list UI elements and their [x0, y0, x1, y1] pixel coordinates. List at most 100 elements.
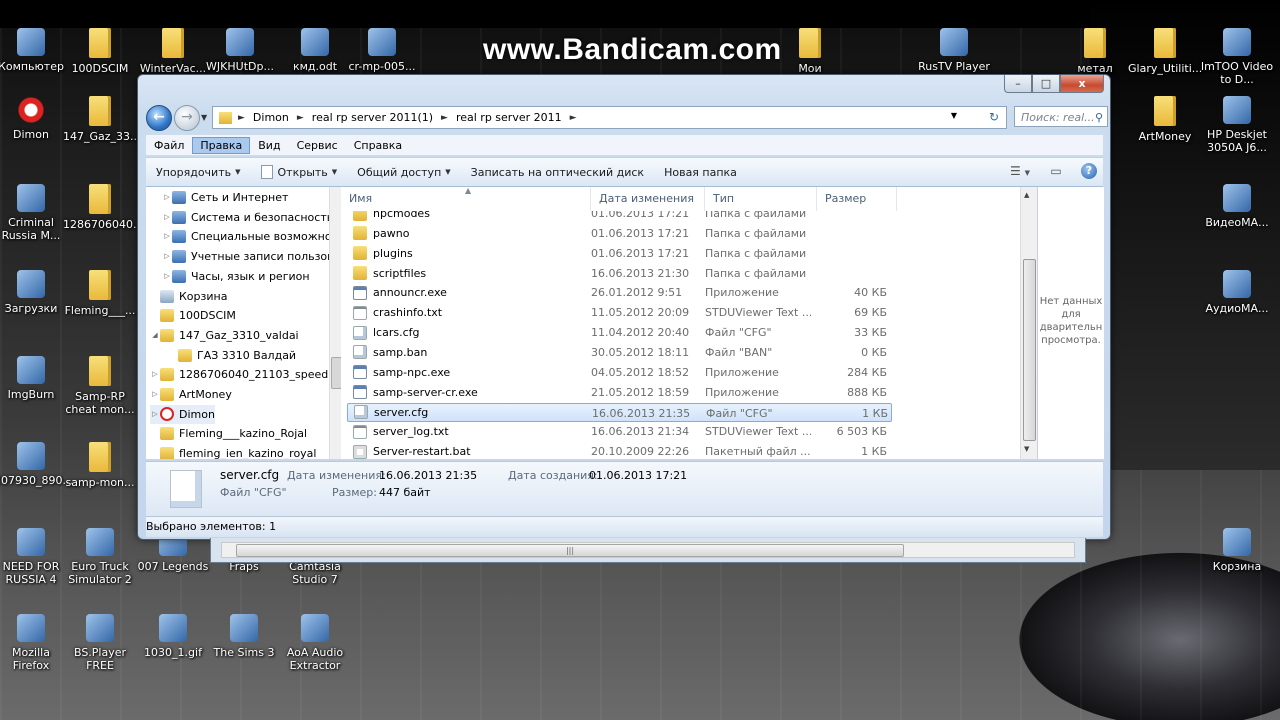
nav-item[interactable]: ▷ Учетные записи пользователей [162, 247, 329, 266]
desktop-icon[interactable]: Glary_Utiliti... [1128, 28, 1202, 75]
help-icon[interactable]: ? [1081, 163, 1097, 179]
breadcrumb-real-rp-server-2011-1[interactable]: real rp server 2011(1) [312, 111, 433, 124]
recent-pages-dropdown[interactable]: ▼ [201, 113, 207, 122]
desktop-icon[interactable]: AoA Audio Extractor [278, 614, 352, 672]
file-row[interactable]: scriptfiles 16.06.2013 21:30 Папка с файла… [347, 264, 892, 283]
desktop-icon[interactable]: Mozilla Firefox [0, 614, 68, 672]
desktop-icon[interactable]: 100DSCIM [63, 28, 137, 75]
desktop-icon[interactable]: ImTOO Video to D... [1200, 28, 1274, 86]
file-list-scrollbar[interactable]: ▲ ▼ [1020, 187, 1037, 459]
file-row[interactable]: server_log.txt 16.06.2013 21:34 STDUViewer… [347, 422, 892, 441]
expand-arrow-icon[interactable]: ▷ [162, 208, 172, 227]
desktop-icon[interactable]: 1030_1.gif [136, 614, 210, 659]
desktop-icon[interactable]: Samp-RP cheat mon... [63, 356, 137, 416]
minimize-button[interactable]: – [1004, 75, 1032, 93]
breadcrumb-separator-icon[interactable]: ► [570, 113, 577, 123]
file-row[interactable]: Server-restart.bat 20.10.2009 22:26 Пакетн… [347, 442, 892, 459]
expand-arrow-icon[interactable]: ▷ [162, 247, 172, 266]
column-size[interactable]: Размер [817, 187, 897, 211]
desktop-icon[interactable]: 207930_890... [0, 442, 73, 487]
desktop-icon[interactable]: Dimon [0, 96, 68, 141]
column-date[interactable]: Дата изменения [591, 187, 705, 211]
desktop-icon[interactable]: 1286706040... [63, 184, 143, 231]
breadcrumb-separator-icon[interactable]: ► [238, 113, 245, 123]
desktop-icon[interactable]: RusTV Player [917, 28, 991, 73]
file-row[interactable]: plugins 01.06.2013 17:21 Папка с файлами [347, 244, 892, 263]
expand-arrow-icon[interactable]: ◢ [150, 326, 160, 345]
nav-item[interactable]: ▷ Часы, язык и регион [162, 267, 310, 286]
breadcrumb-separator-icon[interactable]: ► [441, 113, 448, 123]
desktop-icon[interactable]: ArtMoney [1128, 96, 1202, 143]
file-row[interactable]: lcars.cfg 11.04.2012 20:40 Файл "CFG" 33 КБ [347, 323, 892, 342]
burn-button[interactable]: Записать на оптический диск [461, 166, 654, 179]
organize-button[interactable]: Упорядочить ▼ [146, 166, 251, 179]
file-row[interactable]: samp-npc.exe 04.05.2012 18:52 Приложение 28… [347, 363, 892, 382]
desktop-icon[interactable]: BS.Player FREE [63, 614, 137, 672]
desktop-icon[interactable]: 147_Gaz_33... [63, 96, 141, 143]
view-options-icon[interactable]: ☰ ▼ [1009, 162, 1031, 180]
file-row[interactable]: announcr.exe 26.01.2012 9:51 Приложение 40 … [347, 283, 892, 302]
nav-item[interactable]: ▷ Dimon [150, 404, 215, 424]
nav-item[interactable]: ▷ ArtMoney [150, 385, 232, 404]
menu-file[interactable]: Файл [146, 137, 192, 154]
address-bar[interactable]: ► Dimon ► real rp server 2011(1) ► real … [212, 106, 984, 129]
desktop-icon[interactable]: Fleming___... [63, 270, 137, 317]
expand-arrow-icon[interactable]: ▷ [150, 365, 160, 384]
background-window-scrollbar[interactable]: ||| [210, 538, 1086, 563]
new-folder-button[interactable]: Новая папка [654, 166, 747, 179]
nav-item[interactable]: ГАЗ 3310 Валдай [168, 346, 296, 365]
close-button[interactable]: x [1060, 75, 1104, 93]
expand-arrow-icon[interactable]: ▷ [162, 267, 172, 286]
desktop-icon[interactable]: WinterVac... [136, 28, 210, 75]
open-button[interactable]: Открыть ▼ [251, 165, 348, 179]
file-row[interactable]: npcmodes 01.06.2013 17:21 Папка с файлами [347, 211, 892, 223]
desktop-icon[interactable]: ImgBurn [0, 356, 68, 401]
nav-item[interactable]: 100DSCIM [150, 306, 236, 325]
file-row[interactable]: pawno 01.06.2013 17:21 Папка с файлами [347, 224, 892, 243]
desktop-icon[interactable]: cr-mp-005... [345, 28, 419, 73]
desktop-icon[interactable]: samp-mon... [63, 442, 137, 489]
desktop-icon[interactable]: АудиоМА... [1200, 270, 1274, 315]
scrollbar-thumb[interactable]: ||| [236, 544, 904, 557]
expand-arrow-icon[interactable]: ▷ [150, 385, 160, 404]
refresh-icon[interactable]: ↻ [982, 106, 1007, 129]
scrollbar-track[interactable]: ||| [221, 542, 1075, 558]
search-input[interactable]: Поиск: real... ⚲ [1014, 106, 1108, 127]
file-row[interactable]: samp-server-cr.exe 21.05.2012 18:59 Прилож… [347, 383, 892, 402]
expand-arrow-icon[interactable]: ▷ [162, 227, 172, 246]
file-row[interactable]: server.cfg 16.06.2013 21:35 Файл "CFG" 1 КБ [347, 402, 892, 422]
desktop-icon[interactable]: Euro Truck Simulator 2 [63, 528, 137, 586]
desktop-icon[interactable]: ВидеоМА... [1200, 184, 1274, 229]
preview-pane-icon[interactable]: ▭ [1045, 162, 1067, 180]
menu-tools[interactable]: Сервис [289, 137, 346, 154]
search-icon[interactable]: ⚲ [1095, 107, 1103, 128]
chevron-down-icon[interactable]: ▼ [951, 111, 957, 120]
file-row[interactable]: samp.ban 30.05.2012 18:11 Файл "BAN" 0 КБ [347, 343, 892, 362]
desktop-icon[interactable]: Корзина [1200, 528, 1274, 573]
maximize-button[interactable]: □ [1032, 75, 1060, 93]
menu-view[interactable]: Вид [250, 137, 288, 154]
breadcrumb-real-rp-server-2011[interactable]: real rp server 2011 [456, 111, 562, 124]
desktop-icon[interactable]: WJKHUtDp... [203, 28, 277, 73]
scroll-up-icon[interactable]: ▲ [1024, 191, 1029, 199]
expand-arrow-icon[interactable]: ▷ [150, 405, 160, 424]
column-name[interactable]: Имя ▲ [341, 187, 591, 211]
desktop-icon[interactable]: The Sims 3 [207, 614, 281, 659]
nav-item[interactable]: Fleming___kazino_Rojal [150, 424, 307, 443]
nav-item[interactable]: ◢ 147_Gaz_3310_valdai [150, 326, 299, 345]
expand-arrow-icon[interactable]: ▷ [162, 188, 172, 207]
desktop-icon[interactable]: Загрузки [0, 270, 68, 315]
desktop-icon[interactable]: Criminal Russia M... [0, 184, 68, 242]
nav-item[interactable]: fleming_ien_kazino_royal [150, 444, 316, 459]
nav-item[interactable]: ▷ Система и безопасность [162, 208, 329, 227]
scroll-down-icon[interactable]: ▼ [1024, 445, 1029, 453]
scrollbar-thumb[interactable] [1023, 259, 1036, 441]
breadcrumb-separator-icon[interactable]: ► [297, 113, 304, 123]
desktop-icon[interactable]: кмд.odt [278, 28, 352, 73]
share-button[interactable]: Общий доступ ▼ [347, 166, 460, 179]
file-row[interactable]: crashinfo.txt 11.05.2012 20:09 STDUViewer … [347, 303, 892, 322]
forward-arrow-icon[interactable]: → [174, 105, 200, 131]
nav-item[interactable]: ▷ 1286706040_21103_speed [150, 365, 328, 384]
menu-edit[interactable]: Правка [192, 136, 251, 154]
breadcrumb-dimon[interactable]: Dimon [253, 111, 289, 124]
